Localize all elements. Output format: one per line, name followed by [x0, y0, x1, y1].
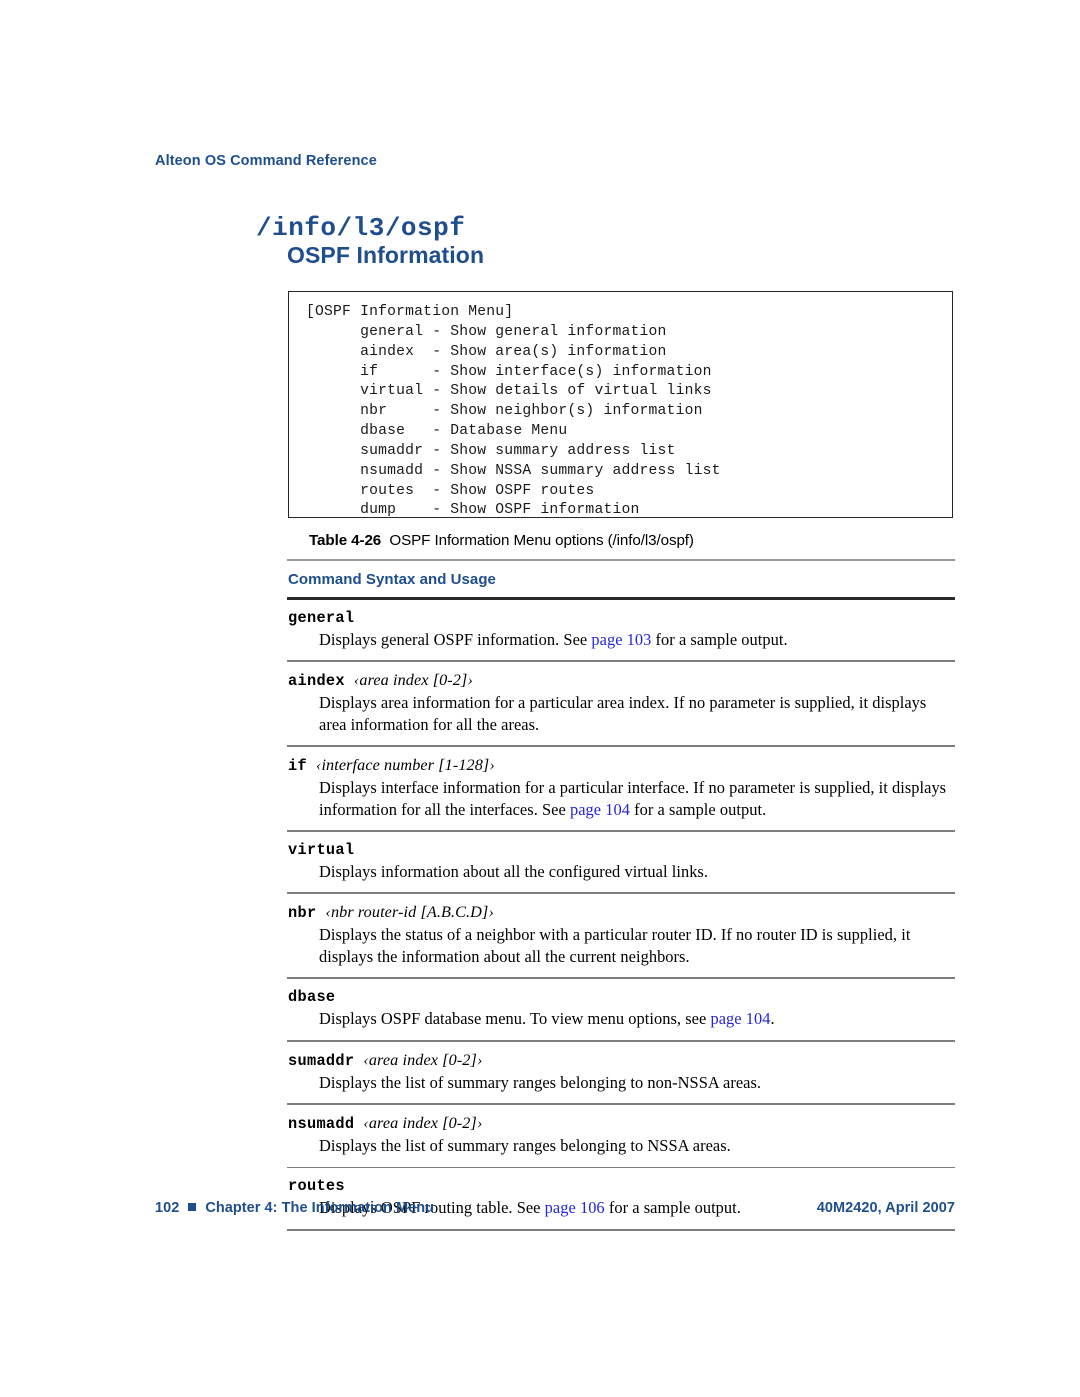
document-page: Alteon OS Command Reference /info/l3/osp…: [0, 0, 1080, 1397]
command-syntax-line: general: [288, 609, 955, 627]
table-caption-text: OSPF Information Menu options (/info/l3/…: [389, 532, 694, 549]
running-head: Alteon OS Command Reference: [155, 153, 377, 169]
command-name: dbase: [288, 988, 336, 1007]
description-text: Displays general OSPF information. See: [319, 629, 592, 649]
command-parameter: ‹interface number [1-128]›: [315, 756, 495, 775]
table-row: dbase Displays OSPF database menu. To vie…: [287, 979, 955, 1040]
table-row: routes Displays OSPF routing table. See p…: [287, 1168, 955, 1229]
command-syntax-line: nsumadd ‹area index [0-2]›: [288, 1114, 955, 1133]
cli-menu-output-box: [OSPF Information Menu] general - Show g…: [288, 291, 953, 518]
table-header-command-syntax: Command Syntax and Usage: [288, 571, 496, 589]
page-reference-link[interactable]: page 103: [591, 630, 651, 649]
command-parameter: ‹area index [0-2]›: [363, 1114, 483, 1133]
table-caption: Table 4-26 OSPF Information Menu options…: [287, 532, 955, 559]
table-row: if ‹interface number [1-128]› Displays int…: [287, 747, 955, 830]
command-description: Displays the list of summary ranges belo…: [319, 1072, 955, 1094]
command-syntax-line: sumaddr ‹area index [0-2]›: [288, 1051, 955, 1070]
command-name: nsumadd: [288, 1115, 355, 1134]
footer-left: 102 Chapter 4: The Information Menu: [155, 1200, 434, 1216]
footer-doc-id: 40M2420, April 2007: [816, 1200, 955, 1216]
table-rows: general Displays general OSPF information…: [287, 600, 955, 1231]
command-parameter: ‹area index [0-2]›: [363, 1050, 483, 1069]
command-syntax-line: routes: [288, 1177, 955, 1195]
table-row: aindex ‹area index [0-2]› Displays area in…: [287, 662, 955, 745]
description-text-tail: for a sample output.: [651, 629, 788, 649]
page-title: /info/l3/ospf OSPF Information: [256, 214, 956, 269]
command-name: routes: [288, 1177, 345, 1196]
description-text: Displays the status of a neighbor with a…: [319, 925, 911, 966]
footer-page-number: 102: [155, 1200, 180, 1216]
command-description: Displays interface information for a par…: [319, 777, 955, 820]
footer-chapter: Chapter 4: The Information Menu: [205, 1200, 435, 1216]
description-text: Displays the list of summary ranges belo…: [319, 1072, 762, 1092]
command-name: sumaddr: [288, 1051, 355, 1070]
page-reference-link[interactable]: page 104: [570, 800, 630, 819]
command-syntax-line: virtual: [288, 841, 955, 859]
command-table: Table 4-26 OSPF Information Menu options…: [287, 532, 955, 1231]
command-description: Displays the status of a neighbor with a…: [319, 924, 955, 967]
page-title-name: OSPF Information: [287, 242, 485, 269]
command-description: Displays the list of summary ranges belo…: [319, 1135, 955, 1157]
command-syntax-line: if ‹interface number [1-128]›: [288, 756, 955, 775]
command-description: Displays information about all the confi…: [319, 861, 955, 883]
command-name: virtual: [288, 840, 355, 859]
command-name: general: [288, 608, 355, 627]
table-row: nsumadd ‹area index [0-2]› Displays the li…: [287, 1105, 955, 1167]
table-row: virtual Displays information about all th…: [287, 832, 955, 893]
table-row: sumaddr ‹area index [0-2]› Displays the li…: [287, 1042, 955, 1104]
table-row: nbr ‹nbr router-id [A.B.C.D]› Displays the…: [287, 894, 955, 977]
cli-menu-output-text: [OSPF Information Menu] general - Show g…: [306, 304, 721, 519]
description-text: Displays area information for a particul…: [319, 693, 927, 734]
command-description: Displays area information for a particul…: [319, 692, 955, 735]
command-parameter: ‹area index [0-2]›: [353, 671, 473, 690]
description-text: Displays information about all the confi…: [319, 861, 709, 881]
command-syntax-line: nbr ‹nbr router-id [A.B.C.D]›: [288, 903, 955, 922]
page-footer: 102 Chapter 4: The Information Menu 40M2…: [155, 1200, 955, 1216]
command-name: nbr: [288, 904, 317, 923]
command-syntax-line: dbase: [288, 988, 955, 1006]
command-parameter: ‹nbr router-id [A.B.C.D]›: [325, 903, 494, 922]
table-row: general Displays general OSPF information…: [287, 600, 955, 661]
description-text: Displays OSPF database menu. To view men…: [319, 1009, 711, 1029]
command-name: if: [288, 757, 307, 776]
table-caption-label: Table 4-26: [309, 532, 382, 549]
command-description: Displays OSPF database menu. To view men…: [319, 1008, 955, 1030]
description-text-tail: .: [770, 1009, 775, 1029]
table-row-rule: [287, 1228, 955, 1231]
command-syntax-line: aindex ‹area index [0-2]›: [288, 671, 955, 690]
page-reference-link[interactable]: page 104: [710, 1009, 770, 1028]
page-title-path: /info/l3/ospf: [256, 213, 466, 243]
command-description: Displays general OSPF information. See p…: [319, 629, 955, 651]
description-text-tail: for a sample output.: [629, 799, 767, 819]
command-name: aindex: [288, 672, 345, 691]
square-bullet-icon: [188, 1203, 197, 1211]
description-text: Displays the list of summary ranges belo…: [319, 1136, 731, 1156]
